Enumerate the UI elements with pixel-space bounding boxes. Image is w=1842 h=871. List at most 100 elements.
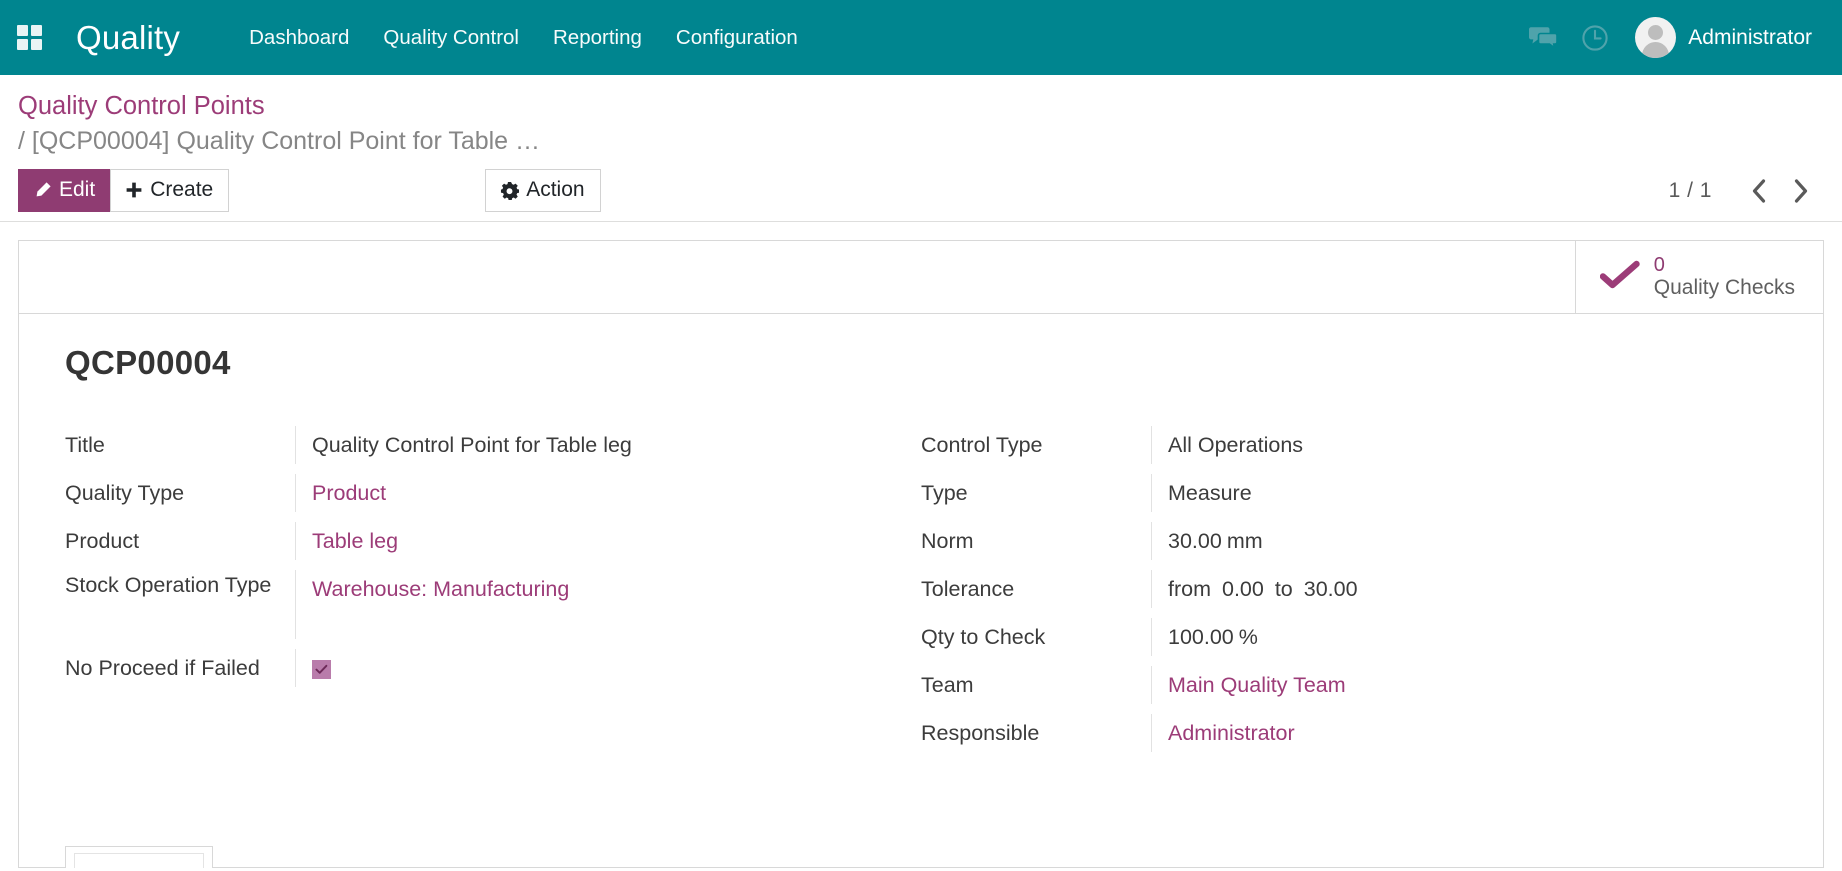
field-title-label: Title bbox=[65, 433, 105, 457]
field-no-proceed-if-failed: No Proceed if Failed bbox=[65, 649, 921, 687]
norm-uom: mm bbox=[1226, 529, 1263, 553]
stock-operation-type-link[interactable]: Warehouse: Manufacturing bbox=[312, 577, 569, 601]
field-product: Product Table leg bbox=[65, 522, 921, 560]
field-control-type-label: Control Type bbox=[921, 433, 1043, 457]
pager-previous-button[interactable] bbox=[1738, 171, 1780, 211]
field-team-label: Team bbox=[921, 673, 974, 697]
apps-grid-icon bbox=[16, 25, 42, 50]
quality-checks-count: 0 bbox=[1653, 254, 1665, 277]
field-stock-operation-type-label: Stock Operation Type bbox=[65, 573, 272, 597]
tolerance-min-value[interactable]: 0.00 bbox=[1222, 577, 1264, 601]
field-responsible-label: Responsible bbox=[921, 721, 1040, 745]
check-mark-icon bbox=[1599, 260, 1640, 295]
qty-to-check-uom: % bbox=[1238, 625, 1258, 649]
navbar-right-tools: Administrator bbox=[1517, 11, 1824, 65]
field-type-label: Type bbox=[921, 481, 968, 505]
user-name-label: Administrator bbox=[1688, 25, 1812, 49]
messages-button[interactable] bbox=[1517, 11, 1569, 65]
record-actions-group: Edit Create bbox=[18, 169, 230, 212]
app-brand-title[interactable]: Quality bbox=[76, 19, 180, 57]
top-navbar: Quality Dashboard Quality Control Report… bbox=[0, 0, 1842, 75]
menu-item-configuration[interactable]: Configuration bbox=[659, 26, 815, 50]
field-responsible-value: Administrator bbox=[1151, 714, 1777, 752]
quality-checks-label: Quality Checks bbox=[1653, 276, 1795, 300]
product-link[interactable]: Table leg bbox=[312, 529, 398, 553]
breadcrumb-current: / [QCP00004] Quality Control Point for T… bbox=[18, 125, 1842, 158]
create-button[interactable]: Create bbox=[110, 169, 230, 212]
norm-amount[interactable]: 30.00 bbox=[1168, 529, 1222, 553]
user-avatar-icon bbox=[1635, 17, 1677, 58]
field-team-value: Main Quality Team bbox=[1151, 666, 1777, 704]
field-quality-type-label: Quality Type bbox=[65, 481, 185, 505]
apps-menu-toggle[interactable] bbox=[0, 0, 58, 75]
gear-icon bbox=[500, 181, 520, 200]
pager-next-button[interactable] bbox=[1780, 171, 1822, 211]
edit-button[interactable]: Edit bbox=[18, 169, 112, 212]
field-quality-type-value: Product bbox=[295, 474, 921, 512]
team-link[interactable]: Main Quality Team bbox=[1168, 673, 1346, 697]
tolerance-to-label: to bbox=[1274, 577, 1293, 601]
control-panel-buttons: Edit Create Action 1 / 1 bbox=[0, 160, 1842, 221]
field-team: Team Main Quality Team bbox=[921, 666, 1777, 704]
field-no-proceed-if-failed-value bbox=[295, 649, 921, 687]
pencil-icon bbox=[33, 181, 52, 200]
field-no-proceed-if-failed-label: No Proceed if Failed bbox=[65, 656, 260, 680]
field-responsible: Responsible Administrator bbox=[921, 714, 1777, 752]
field-title-value[interactable]: Quality Control Point for Table leg bbox=[295, 426, 921, 464]
record-sheet: 0 Quality Checks QCP00004 Title Quality … bbox=[18, 240, 1824, 868]
field-tolerance-value: from 0.00 to 30.00 bbox=[1151, 570, 1777, 608]
edit-button-label: Edit bbox=[59, 178, 96, 201]
field-tolerance-label: Tolerance bbox=[921, 577, 1015, 601]
control-panel: Quality Control Points / [QCP00004] Qual… bbox=[0, 75, 1842, 222]
check-icon bbox=[315, 664, 328, 674]
field-qty-to-check-label: Qty to Check bbox=[921, 625, 1046, 649]
field-norm-label: Norm bbox=[921, 529, 974, 553]
field-control-type: Control Type All Operations bbox=[921, 426, 1777, 464]
breadcrumb-root-link[interactable]: Quality Control Points bbox=[18, 91, 265, 121]
responsible-link[interactable]: Administrator bbox=[1168, 721, 1295, 745]
field-type-value[interactable]: Measure bbox=[1151, 474, 1777, 512]
chevron-right-icon bbox=[1794, 178, 1808, 203]
record-title: QCP00004 bbox=[65, 344, 231, 381]
field-product-label: Product bbox=[65, 529, 140, 553]
qty-to-check-amount[interactable]: 100.00 bbox=[1168, 625, 1234, 649]
main-menu: Dashboard Quality Control Reporting Conf… bbox=[232, 26, 815, 50]
activities-button[interactable] bbox=[1569, 11, 1621, 65]
field-control-type-value[interactable]: All Operations bbox=[1151, 426, 1777, 464]
form-view-container: 0 Quality Checks QCP00004 Title Quality … bbox=[0, 222, 1842, 868]
stat-button-quality-checks[interactable]: 0 Quality Checks bbox=[1574, 241, 1823, 313]
form-column-left: Title Quality Control Point for Table le… bbox=[65, 426, 921, 762]
clock-icon bbox=[1582, 24, 1608, 51]
field-stock-operation-type-value: Warehouse: Manufacturing bbox=[295, 570, 921, 639]
breadcrumb-separator: / bbox=[18, 127, 25, 155]
field-qty-to-check-value: 100.00% bbox=[1151, 618, 1777, 656]
field-stock-operation-type: Stock Operation Type Warehouse: Manufact… bbox=[65, 570, 921, 639]
quality-type-link[interactable]: Product bbox=[312, 481, 386, 505]
plus-icon bbox=[125, 181, 143, 199]
field-product-value: Table leg bbox=[295, 522, 921, 560]
form-columns: Title Quality Control Point for Table le… bbox=[65, 426, 1777, 762]
field-tolerance: Tolerance from 0.00 to 30.00 bbox=[921, 570, 1777, 608]
field-type: Type Measure bbox=[921, 474, 1777, 512]
action-button[interactable]: Action bbox=[485, 169, 601, 212]
field-qty-to-check: Qty to Check 100.00% bbox=[921, 618, 1777, 656]
form-column-right: Control Type All Operations Type Measure… bbox=[921, 426, 1777, 762]
action-button-label: Action bbox=[526, 178, 585, 201]
menu-item-dashboard[interactable]: Dashboard bbox=[232, 26, 366, 50]
breadcrumb-current-label: [QCP00004] Quality Control Point for Tab… bbox=[31, 127, 541, 155]
tolerance-max-value[interactable]: 30.00 bbox=[1304, 577, 1358, 601]
field-title: Title Quality Control Point for Table le… bbox=[65, 426, 921, 464]
chevron-left-icon bbox=[1752, 178, 1766, 203]
stat-button-box: 0 Quality Checks bbox=[19, 241, 1823, 314]
pager: 1 / 1 bbox=[1669, 171, 1822, 211]
pager-value[interactable]: 1 / 1 bbox=[1669, 179, 1738, 203]
menu-item-reporting[interactable]: Reporting bbox=[536, 26, 659, 50]
breadcrumb: Quality Control Points / [QCP00004] Qual… bbox=[0, 75, 1842, 160]
action-menu-wrapper: Action bbox=[485, 169, 601, 212]
menu-item-quality-control[interactable]: Quality Control bbox=[366, 26, 536, 50]
notebook-tab-peek[interactable] bbox=[65, 846, 213, 868]
no-proceed-if-failed-checkbox[interactable] bbox=[312, 660, 331, 679]
user-menu[interactable]: Administrator bbox=[1621, 17, 1816, 58]
field-norm-value: 30.00 mm bbox=[1151, 522, 1777, 560]
chat-bubble-icon bbox=[1529, 26, 1559, 50]
